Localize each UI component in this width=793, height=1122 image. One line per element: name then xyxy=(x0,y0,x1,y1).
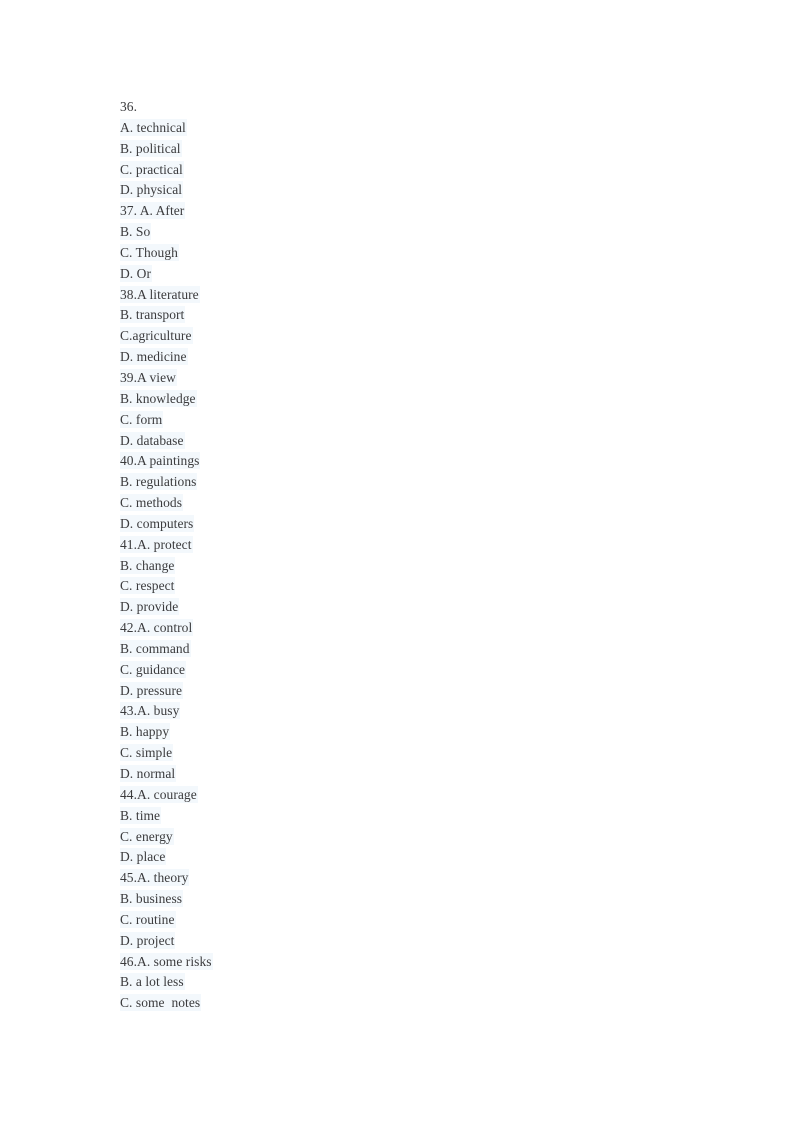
answer-option-line: B. business xyxy=(120,889,680,910)
answer-option-text: B. time xyxy=(120,806,162,824)
answer-option-line: A. technical xyxy=(120,118,680,139)
answer-option-text: 37. A. After xyxy=(120,202,186,220)
answer-option-text: C. respect xyxy=(120,577,176,595)
answer-option-line: D. physical xyxy=(120,180,680,201)
answer-option-text: B. knowledge xyxy=(120,389,197,407)
answer-option-line: 44.A. courage xyxy=(120,785,680,806)
multiple-choice-answer-list: 36. A. technical B. political C. practical D… xyxy=(120,97,680,1014)
answer-option-text: 40.A paintings xyxy=(120,452,201,470)
answer-option-line: B. knowledge xyxy=(120,389,680,410)
answer-option-text: 46.A. some risks xyxy=(120,952,213,970)
answer-option-text: C. guidance xyxy=(120,660,187,678)
answer-option-line: C. simple xyxy=(120,743,680,764)
answer-option-line: 37. A. After xyxy=(120,201,680,222)
answer-option-line: D. pressure xyxy=(120,681,680,702)
answer-option-text: D. medicine xyxy=(120,348,188,366)
answer-option-line: D. medicine xyxy=(120,347,680,368)
answer-option-text: B. transport xyxy=(120,306,186,324)
answer-option-line: D. project xyxy=(120,931,680,952)
answer-option-line: D. normal xyxy=(120,764,680,785)
answer-option-line: 41.A. protect xyxy=(120,535,680,556)
answer-option-text: B. business xyxy=(120,890,184,908)
answer-option-line: B. happy xyxy=(120,722,680,743)
document-page: 36. A. technical B. political C. practical D… xyxy=(0,0,793,1122)
answer-option-text: B. regulations xyxy=(120,473,198,491)
answer-option-line: C. practical xyxy=(120,160,680,181)
answer-option-line: C. methods xyxy=(120,493,680,514)
answer-option-text: C. simple xyxy=(120,744,174,762)
answer-option-line: B. political xyxy=(120,139,680,160)
answer-option-line: D. place xyxy=(120,847,680,868)
answer-option-text: B. a lot less xyxy=(120,973,185,991)
answer-option-text: B. So xyxy=(120,223,152,241)
answer-option-text: B. happy xyxy=(120,723,171,741)
answer-option-line: C. Though xyxy=(120,243,680,264)
answer-option-text: D. Or xyxy=(120,264,152,282)
answer-option-text: D. computers xyxy=(120,514,195,532)
answer-option-text: C. energy xyxy=(120,827,174,845)
answer-option-text: D. provide xyxy=(120,598,180,616)
answer-option-text: C. Though xyxy=(120,243,179,261)
answer-option-text: C. routine xyxy=(120,910,176,928)
answer-option-line: C. energy xyxy=(120,827,680,848)
answer-option-text: 39.A view xyxy=(120,368,177,386)
answer-option-line: B. So xyxy=(120,222,680,243)
answer-option-line: D. database xyxy=(120,431,680,452)
answer-option-line: B. change xyxy=(120,556,680,577)
answer-option-text: 43.A. busy xyxy=(120,702,181,720)
answer-option-text: 38.A literature xyxy=(120,285,200,303)
answer-option-text: D. place xyxy=(120,848,167,866)
answer-option-text: A. technical xyxy=(120,118,187,136)
answer-option-line: C. form xyxy=(120,410,680,431)
answer-option-line: 38.A literature xyxy=(120,285,680,306)
answer-option-text: C. some notes xyxy=(120,994,202,1012)
answer-option-text: 41.A. protect xyxy=(120,535,193,553)
answer-option-text: 45.A. theory xyxy=(120,869,190,887)
answer-option-line: 40.A paintings xyxy=(120,451,680,472)
answer-option-text: B. change xyxy=(120,556,176,574)
answer-option-line: 43.A. busy xyxy=(120,701,680,722)
answer-option-line: B. a lot less xyxy=(120,972,680,993)
answer-option-line: C. guidance xyxy=(120,660,680,681)
answer-option-text: D. project xyxy=(120,931,176,949)
answer-option-line: D. Or xyxy=(120,264,680,285)
answer-option-line: 45.A. theory xyxy=(120,868,680,889)
answer-option-text: D. normal xyxy=(120,765,177,782)
answer-option-line: 42.A. control xyxy=(120,618,680,639)
answer-option-line: C. some notes xyxy=(120,993,680,1014)
answer-option-text: C. form xyxy=(120,410,164,428)
answer-option-line: B. transport xyxy=(120,305,680,326)
answer-option-line: C. routine xyxy=(120,910,680,931)
answer-option-line: D. computers xyxy=(120,514,680,535)
answer-option-text: 42.A. control xyxy=(120,619,194,637)
answer-option-line: 39.A view xyxy=(120,368,680,389)
answer-option-text: D. pressure xyxy=(120,681,184,699)
answer-option-text: 44.A. courage xyxy=(120,785,198,803)
answer-option-line: D. provide xyxy=(120,597,680,618)
answer-option-text: C. practical xyxy=(120,160,184,178)
answer-option-text: C. methods xyxy=(120,494,184,512)
answer-option-line: C.agriculture xyxy=(120,326,680,347)
answer-option-line: B. regulations xyxy=(120,472,680,493)
answer-option-line: C. respect xyxy=(120,576,680,597)
answer-option-text: D. physical xyxy=(120,181,184,199)
answer-option-line: B. command xyxy=(120,639,680,660)
answer-option-line: 36. xyxy=(120,97,680,118)
answer-option-text: B. command xyxy=(120,639,191,657)
answer-option-text: D. database xyxy=(120,431,185,449)
answer-option-text: B. political xyxy=(120,139,182,157)
answer-option-line: B. time xyxy=(120,806,680,827)
answer-option-text: 36. xyxy=(120,99,138,114)
answer-option-text: C.agriculture xyxy=(120,327,193,345)
answer-option-line: 46.A. some risks xyxy=(120,952,680,973)
